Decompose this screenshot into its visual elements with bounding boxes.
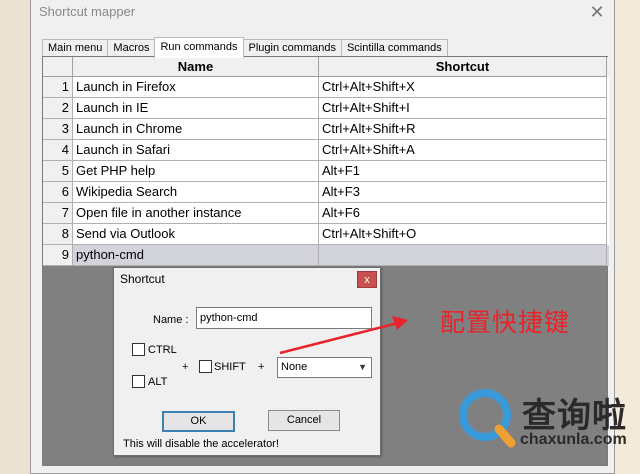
command-name[interactable]: Wikipedia Search (73, 182, 319, 203)
table-row[interactable]: 5 Get PHP help Alt+F1 (43, 161, 609, 182)
table-row[interactable]: 4 Launch in Safari Ctrl+Alt+Shift+A (43, 140, 609, 161)
ok-button[interactable]: OK (162, 411, 235, 432)
dialog-title: Shortcut (120, 272, 165, 286)
shift-checkbox[interactable] (199, 360, 212, 373)
command-shortcut[interactable]: Alt+F6 (319, 203, 607, 224)
command-shortcut[interactable] (319, 245, 607, 266)
grid-rows: 1 Launch in Firefox Ctrl+Alt+Shift+X 2 L… (43, 77, 609, 266)
tab-run-commands[interactable]: Run commands (154, 37, 244, 58)
grid-header: Name Shortcut (43, 57, 609, 77)
cancel-button[interactable]: Cancel (268, 410, 340, 431)
row-number: 6 (43, 182, 73, 203)
command-shortcut[interactable]: Ctrl+Alt+Shift+A (319, 140, 607, 161)
close-icon[interactable]: ✕ (586, 1, 608, 23)
header-name[interactable]: Name (73, 57, 319, 77)
command-name[interactable]: Launch in Firefox (73, 77, 319, 98)
plus-sign: + (182, 361, 189, 373)
disable-accelerator-note: This will disable the accelerator! (123, 438, 279, 450)
annotation-arrow (279, 316, 408, 355)
header-corner (43, 57, 73, 77)
plus-sign: + (258, 361, 265, 373)
command-name[interactable]: Launch in Safari (73, 140, 319, 161)
row-number: 1 (43, 77, 73, 98)
command-name[interactable]: Send via Outlook (73, 224, 319, 245)
row-number: 2 (43, 98, 73, 119)
command-name[interactable]: Open file in another instance (73, 203, 319, 224)
alt-label: ALT (148, 376, 168, 388)
row-number: 5 (43, 161, 73, 182)
row-number: 3 (43, 119, 73, 140)
command-name[interactable]: Launch in Chrome (73, 119, 319, 140)
table-row-selected[interactable]: 9 python-cmd (43, 245, 609, 266)
row-number: 4 (43, 140, 73, 161)
table-row[interactable]: 3 Launch in Chrome Ctrl+Alt+Shift+R (43, 119, 609, 140)
tab-bar: Main menu Macros Run commands Plugin com… (42, 37, 448, 58)
ctrl-label: CTRL (148, 344, 177, 356)
table-row[interactable]: 7 Open file in another instance Alt+F6 (43, 203, 609, 224)
name-label: Name : (153, 314, 189, 326)
command-shortcut[interactable]: Ctrl+Alt+Shift+R (319, 119, 607, 140)
command-shortcut[interactable]: Ctrl+Alt+Shift+O (319, 224, 607, 245)
row-number: 8 (43, 224, 73, 245)
command-name[interactable]: Launch in IE (73, 98, 319, 119)
row-number: 7 (43, 203, 73, 224)
header-shortcut[interactable]: Shortcut (319, 57, 607, 77)
ctrl-checkbox[interactable] (132, 343, 145, 356)
table-row[interactable]: 8 Send via Outlook Ctrl+Alt+Shift+O (43, 224, 609, 245)
window-title: Shortcut mapper (39, 4, 136, 19)
watermark-url: chaxunla.com (520, 431, 627, 448)
close-icon[interactable]: x (357, 271, 377, 288)
watermark-text: 查询啦 (522, 396, 627, 436)
command-shortcut[interactable]: Alt+F1 (319, 161, 607, 182)
command-name[interactable]: Get PHP help (73, 161, 319, 182)
row-number: 9 (43, 245, 73, 266)
command-shortcut[interactable]: Alt+F3 (319, 182, 607, 203)
table-row[interactable]: 6 Wikipedia Search Alt+F3 (43, 182, 609, 203)
table-row[interactable]: 2 Launch in IE Ctrl+Alt+Shift+I (43, 98, 609, 119)
command-shortcut[interactable]: Ctrl+Alt+Shift+I (319, 98, 607, 119)
command-shortcut[interactable]: Ctrl+Alt+Shift+X (319, 77, 607, 98)
background-strip (0, 0, 30, 474)
table-row[interactable]: 1 Launch in Firefox Ctrl+Alt+Shift+X (43, 77, 609, 98)
annotation-text: 配置快捷键 (440, 308, 571, 337)
alt-checkbox[interactable] (132, 375, 145, 388)
shift-label: SHIFT (214, 361, 246, 373)
command-name[interactable]: python-cmd (73, 245, 319, 266)
